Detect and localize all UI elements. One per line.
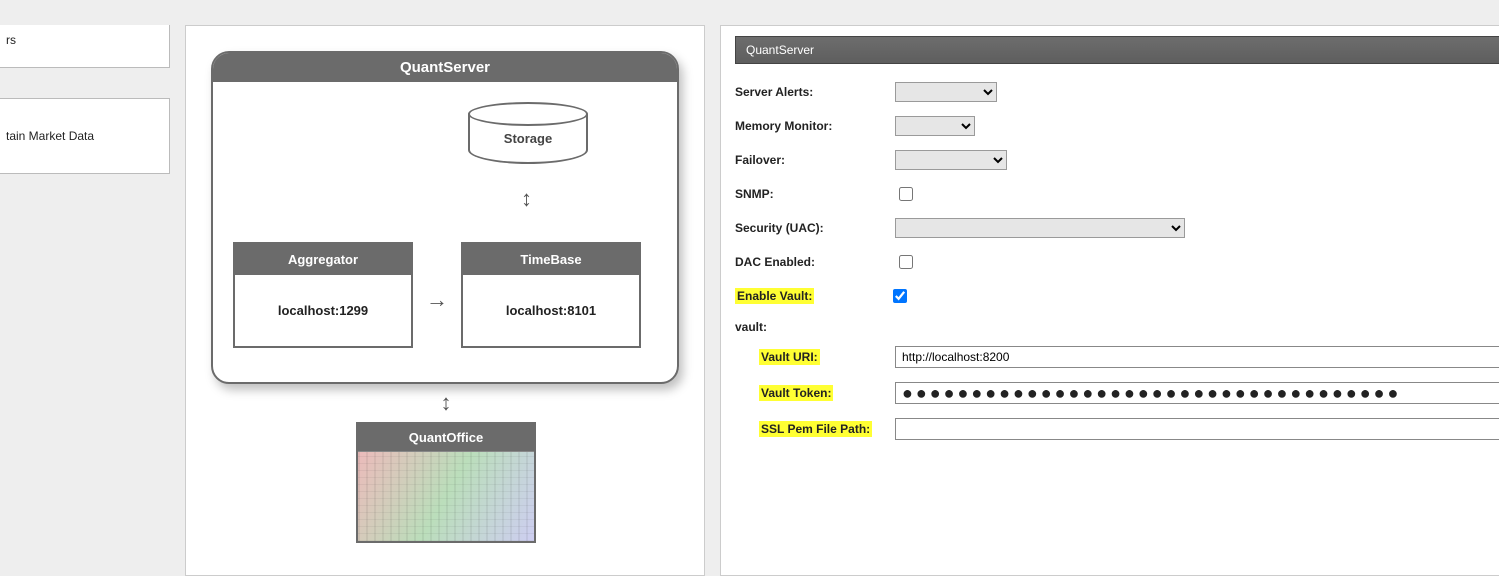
label-vault-token: Vault Token: [759,385,833,401]
quantoffice-title: QuantOffice [358,424,534,451]
label-enable-vault: Enable Vault: [735,288,814,304]
vault-uri-input[interactable] [895,346,1499,368]
snmp-checkbox[interactable] [899,187,913,201]
memory-monitor-select[interactable] [895,116,975,136]
security-uac-select[interactable] [895,218,1185,238]
quantoffice-chart-thumbnail [358,451,534,541]
left-tree-fragment-2: tain Market Data [0,98,170,174]
arrow-right-icon: → [426,287,448,313]
properties-panel: QuantServer Server Alerts: Memory Monito… [720,25,1499,576]
properties-title: QuantServer [746,43,814,57]
vault-token-input[interactable]: ●●●●●●●●●●●●●●●●●●●●●●●●●●●●●●●●●●●● [895,382,1499,404]
quantoffice-node[interactable]: QuantOffice [356,422,536,543]
left-frag2-text: tain Market Data [6,129,94,143]
double-arrow-vertical-icon: ↕ [426,390,466,416]
storage-label: Storage [504,131,552,146]
left-frag1-text: rs [6,33,16,47]
label-ssl-pem-path: SSL Pem File Path: [759,421,872,437]
enable-vault-checkbox[interactable] [893,289,907,303]
dac-enabled-checkbox[interactable] [899,255,913,269]
failover-select[interactable] [895,150,1007,170]
server-alerts-select[interactable] [895,82,997,102]
label-memory-monitor: Memory Monitor: [735,119,895,133]
aggregator-node[interactable]: Aggregator localhost:1299 [233,242,413,348]
label-vault-uri: Vault URI: [759,349,820,365]
properties-title-bar: QuantServer [735,36,1499,64]
label-snmp: SNMP: [735,187,895,201]
timebase-node[interactable]: TimeBase localhost:8101 [461,242,641,348]
cylinder-icon [468,102,588,126]
label-server-alerts: Server Alerts: [735,85,895,99]
storage-node[interactable]: Storage [468,102,588,164]
ssl-pem-path-input[interactable] [895,418,1499,440]
quantserver-card[interactable]: QuantServer Storage ↕ Aggregator localho… [211,51,679,384]
timebase-address: localhost:8101 [506,303,596,318]
label-vault-group: vault: [735,320,1499,334]
timebase-title: TimeBase [463,244,639,275]
aggregator-address: localhost:1299 [278,303,368,318]
quantserver-card-title: QuantServer [213,53,677,82]
double-arrow-vertical-icon: ↕ [521,186,532,212]
label-failover: Failover: [735,153,895,167]
label-security-uac: Security (UAC): [735,221,895,235]
architecture-diagram-panel: QuantServer Storage ↕ Aggregator localho… [185,25,705,576]
aggregator-title: Aggregator [235,244,411,275]
label-dac-enabled: DAC Enabled: [735,255,895,269]
left-tree-fragment-1: rs [0,25,170,68]
